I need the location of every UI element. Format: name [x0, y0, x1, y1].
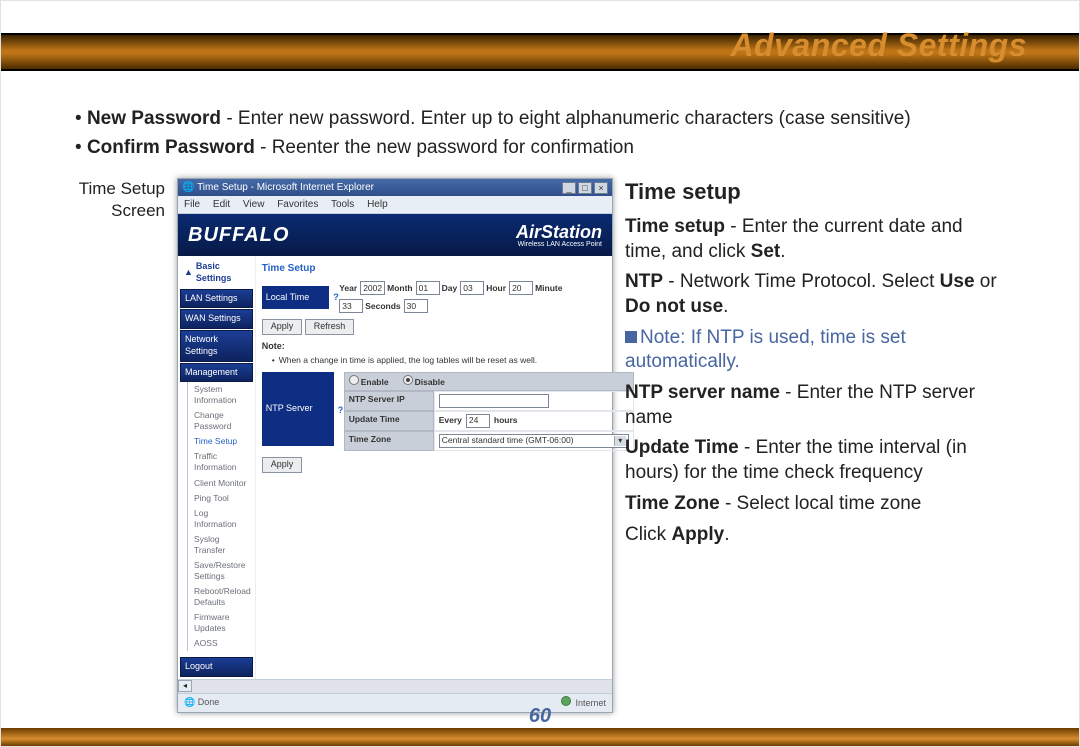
- sidebar-sub-syslog[interactable]: Syslog Transfer: [180, 532, 253, 558]
- note-label: Note:: [262, 341, 634, 353]
- label-new-password: New Password: [87, 108, 221, 129]
- sidebar-item-management[interactable]: Management: [180, 363, 253, 383]
- minute-input[interactable]: 33: [339, 299, 363, 313]
- screenshot-ie-window: 🌐 Time Setup - Microsoft Internet Explor…: [177, 178, 613, 712]
- every-label: Every: [439, 415, 462, 426]
- bullet-confirm-password: Confirm Password - Reenter the new passw…: [75, 136, 1005, 161]
- update-hours-input[interactable]: 24: [466, 414, 490, 428]
- sidebar-sub-log[interactable]: Log Information: [180, 506, 253, 532]
- ie-titlebar: 🌐 Time Setup - Microsoft Internet Explor…: [178, 179, 612, 196]
- menu-tools[interactable]: Tools: [331, 199, 354, 210]
- sidebar-sub-client-monitor[interactable]: Client Monitor: [180, 476, 253, 491]
- enable-disable-head: Enable Disable: [344, 372, 634, 391]
- maximize-button[interactable]: □: [578, 182, 592, 194]
- sidebar-item-basic[interactable]: ▲ Basic Settings: [180, 258, 253, 287]
- day-input[interactable]: 03: [460, 281, 484, 295]
- caption-line1: Time Setup: [79, 179, 165, 198]
- ntp-ip-input[interactable]: [439, 394, 549, 408]
- menu-favorites[interactable]: Favorites: [277, 199, 318, 210]
- help-icon-2[interactable]: ?: [334, 372, 344, 451]
- sidebar-sub-time-setup[interactable]: Time Setup: [180, 434, 253, 449]
- note-square-icon: [625, 331, 637, 343]
- ie-menubar: File Edit View Favorites Tools Help: [178, 196, 612, 214]
- sidebar-sub-system-info[interactable]: System Information: [180, 382, 253, 408]
- update-time-label: Update Time: [344, 411, 434, 431]
- disable-radio[interactable]: [403, 375, 413, 385]
- page-title: Advanced Settings: [730, 27, 1027, 64]
- year-label: Year: [339, 283, 357, 294]
- local-time-label: Local Time: [262, 286, 330, 310]
- sidebar-sub-save-restore[interactable]: Save/Restore Settings: [180, 558, 253, 584]
- desc-time-zone: Time Zone - Select local time zone: [625, 492, 1005, 517]
- ntp-ip-label: NTP Server IP: [344, 391, 434, 411]
- month-label: Month: [387, 283, 413, 294]
- text-new-password: - Enter new password. Enter up to eight …: [221, 108, 911, 129]
- desc-click-apply: Click Apply.: [625, 523, 1005, 548]
- page-number: 60: [1, 705, 1079, 728]
- day-label: Day: [442, 283, 458, 294]
- password-bullets: New Password - Enter new password. Enter…: [75, 107, 1005, 160]
- sidebar-sub-firmware[interactable]: Firmware Updates: [180, 610, 253, 636]
- right-heading: Time setup: [625, 178, 1005, 207]
- desc-time-setup: Time setup - Enter the current date and …: [625, 215, 1005, 264]
- seconds-label: Seconds: [365, 301, 400, 312]
- sidebar-sub-change-password[interactable]: Change Password: [180, 408, 253, 434]
- page-body: New Password - Enter new password. Enter…: [75, 103, 1005, 696]
- seconds-input[interactable]: 30: [404, 299, 428, 313]
- sidebar-item-wan[interactable]: WAN Settings: [180, 309, 253, 329]
- sidebar-sub-ping[interactable]: Ping Tool: [180, 491, 253, 506]
- caption-line2: Screen: [111, 201, 165, 220]
- buffalo-logo: BUFFALO: [188, 222, 289, 248]
- hour-label: Hour: [486, 283, 506, 294]
- ie-title: 🌐 Time Setup - Microsoft Internet Explor…: [182, 181, 374, 194]
- desc-note: Note: If NTP is used, time is set automa…: [625, 326, 1005, 375]
- year-input[interactable]: 2002: [360, 281, 385, 295]
- sidebar-item-lan[interactable]: LAN Settings: [180, 289, 253, 309]
- hours-label: hours: [494, 415, 518, 426]
- timezone-select[interactable]: Central standard time (GMT-06:00)▾: [439, 434, 629, 448]
- ntp-server-label: NTP Server: [262, 372, 334, 446]
- menu-file[interactable]: File: [184, 199, 200, 210]
- menu-help[interactable]: Help: [367, 199, 388, 210]
- router-sidebar: ▲ Basic Settings LAN Settings WAN Settin…: [178, 256, 256, 678]
- scroll-left-icon[interactable]: ◂: [178, 680, 192, 692]
- month-input[interactable]: 01: [416, 281, 440, 295]
- manual-page: Advanced Settings New Password - Enter n…: [0, 0, 1080, 747]
- sidebar-item-network[interactable]: Network Settings: [180, 330, 253, 361]
- help-icon[interactable]: ?: [329, 292, 339, 304]
- menu-edit[interactable]: Edit: [213, 199, 230, 210]
- sidebar-sub-aoss[interactable]: AOSS: [180, 636, 253, 651]
- text-confirm-password: - Reenter the new password for confirmat…: [255, 137, 634, 158]
- horizontal-scrollbar[interactable]: ◂: [178, 679, 612, 693]
- description-column: Time setup Time setup - Enter the curren…: [625, 178, 1005, 553]
- chevron-down-icon: ▾: [614, 436, 626, 446]
- router-main: Time Setup Local Time ? Year 2002 Month …: [256, 256, 640, 678]
- sidebar-sub-traffic[interactable]: Traffic Information: [180, 449, 253, 475]
- desc-ntp-server-name: NTP server name - Enter the NTP server n…: [625, 381, 1005, 430]
- minute-label: Minute: [535, 283, 562, 294]
- screenshot-caption: Time Setup Screen: [75, 178, 165, 222]
- minimize-button[interactable]: _: [562, 182, 576, 194]
- enable-radio[interactable]: [349, 375, 359, 385]
- hour-input[interactable]: 20: [509, 281, 533, 295]
- bullet-new-password: New Password - Enter new password. Enter…: [75, 107, 1005, 132]
- apply-button-2[interactable]: Apply: [262, 457, 303, 473]
- refresh-button[interactable]: Refresh: [305, 319, 355, 335]
- section-heading: Time Setup: [262, 262, 634, 275]
- note-text: When a change in time is applied, the lo…: [272, 355, 634, 366]
- label-confirm-password: Confirm Password: [87, 137, 255, 158]
- menu-view[interactable]: View: [243, 199, 265, 210]
- close-button[interactable]: ×: [594, 182, 608, 194]
- apply-button-1[interactable]: Apply: [262, 319, 303, 335]
- desc-ntp: NTP - Network Time Protocol. Select Use …: [625, 270, 1005, 319]
- sidebar-item-logout[interactable]: Logout: [180, 657, 253, 677]
- desc-update-time: Update Time - Enter the time interval (i…: [625, 436, 1005, 485]
- footer-rule: [1, 728, 1079, 746]
- sidebar-sub-reboot[interactable]: Reboot/Reload Defaults: [180, 584, 253, 610]
- airstation-logo: AirStation Wireless LAN Access Point: [516, 223, 602, 248]
- timezone-label: Time Zone: [344, 431, 434, 451]
- router-banner: BUFFALO AirStation Wireless LAN Access P…: [178, 214, 612, 256]
